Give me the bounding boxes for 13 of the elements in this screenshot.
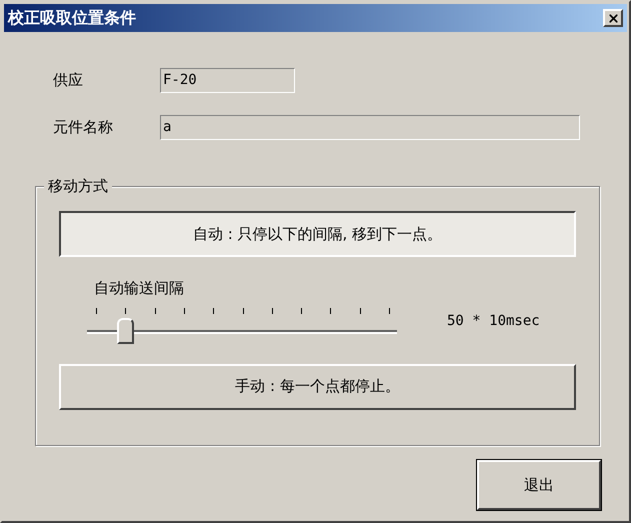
text-field[interactable]: F-20 bbox=[160, 68, 295, 93]
window-title: 校正吸取位置条件 bbox=[8, 7, 136, 29]
close-icon bbox=[606, 12, 620, 24]
slider-thumb[interactable] bbox=[117, 318, 134, 344]
interval-reading: 50 * 10msec bbox=[447, 312, 540, 331]
text-field[interactable]: a bbox=[160, 115, 580, 140]
mode-toggle-button[interactable]: 手动 : 每一个点都停止。 bbox=[59, 364, 576, 410]
exit-button[interactable]: 退出 bbox=[477, 460, 601, 510]
field-label: 元件名称 bbox=[53, 117, 114, 138]
field-label: 供应 bbox=[53, 70, 84, 92]
interval-label: 自动输送间隔 bbox=[94, 278, 185, 299]
mode-toggle-button[interactable]: 自动 : 只停以下的间隔, 移到下一点。 bbox=[59, 211, 576, 257]
close-button[interactable] bbox=[603, 9, 623, 27]
